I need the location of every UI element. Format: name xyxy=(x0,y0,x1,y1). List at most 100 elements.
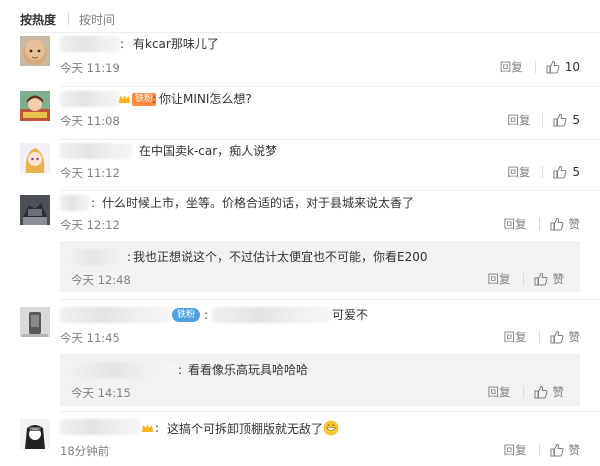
blurred-username[interactable] xyxy=(60,91,120,107)
blurred-username[interactable] xyxy=(60,36,120,52)
reply-box: : 我也正想说这个，不过估计太便宜也不可能，你看E200 今天 12:48 回复… xyxy=(60,241,580,292)
like-count[interactable]: 5 xyxy=(572,165,580,179)
reply-button[interactable]: 回复 xyxy=(504,216,527,232)
comment-time: 18分钟前 xyxy=(60,444,110,458)
reply-text: 看看像乐高玩具哈哈哈 xyxy=(188,363,309,377)
comment-time: 今天 11:45 xyxy=(60,331,120,345)
comment-text: 在中国卖k-car，痴人说梦 xyxy=(139,144,278,158)
comment-text: 有kcar那味儿了 xyxy=(133,37,219,51)
avatar[interactable] xyxy=(20,143,50,173)
reply-button[interactable]: 回复 xyxy=(507,112,530,128)
reply-button[interactable]: 回复 xyxy=(500,59,523,75)
thumbs-up-icon[interactable] xyxy=(534,272,548,286)
blurred-username[interactable] xyxy=(60,195,90,211)
colon: : xyxy=(178,363,183,377)
like-button[interactable]: 赞 xyxy=(569,329,581,345)
top-divider xyxy=(20,32,600,33)
comment-divider xyxy=(60,190,600,191)
like-button[interactable]: 赞 xyxy=(569,216,581,232)
comment-actions: 回复 赞 xyxy=(504,329,581,345)
blurred-username[interactable] xyxy=(70,362,178,378)
blurred-username[interactable] xyxy=(60,143,132,159)
comment-divider xyxy=(60,139,600,140)
reply-actions: 回复 赞 xyxy=(488,271,565,287)
blurred-mention[interactable] xyxy=(212,307,330,323)
vip-badge xyxy=(141,421,154,435)
reply-time: 今天 12:48 xyxy=(71,273,131,287)
comment-divider xyxy=(60,411,600,412)
comment-time: 今天 12:12 xyxy=(60,218,120,232)
grin-emoji-icon xyxy=(323,420,339,436)
comment-item: : 这搞个可拆卸顶棚版就无敌了 18分钟前 回复 赞 xyxy=(20,419,600,463)
colon: : xyxy=(120,37,125,51)
blurred-username[interactable] xyxy=(60,419,140,435)
action-separator xyxy=(534,61,536,73)
thumbs-up-icon[interactable] xyxy=(553,165,567,179)
avatar[interactable] xyxy=(20,307,50,337)
reply-text: 我也正想说这个，不过估计太便宜也不可能，你看E200 xyxy=(133,250,428,264)
comment-actions: 回复 5 xyxy=(507,164,580,180)
colon: : xyxy=(155,421,160,435)
avatar[interactable] xyxy=(20,36,50,66)
reply-box: : 看看像乐高玩具哈哈哈 今天 14:15 回复 赞 xyxy=(60,354,580,406)
like-button[interactable]: 赞 xyxy=(553,384,565,400)
comment-item: 在中国卖k-car，痴人说梦 今天 11:12 回复 5 xyxy=(20,143,600,191)
crown-icon xyxy=(142,423,153,432)
comment-time: 今天 11:08 xyxy=(60,114,120,128)
reply-button[interactable]: 回复 xyxy=(488,271,511,287)
comment-divider xyxy=(60,299,600,300)
comment-item: 铁粉 : 你让MINI怎么想? 今天 11:08 回复 5 xyxy=(20,91,600,139)
colon: : xyxy=(91,196,96,210)
action-separator xyxy=(522,386,524,398)
reply-button[interactable]: 回复 xyxy=(507,164,530,180)
fan-badge: 铁粉 xyxy=(172,308,201,322)
comment-divider xyxy=(60,86,600,87)
reply-button[interactable]: 回复 xyxy=(504,329,527,345)
action-separator xyxy=(522,273,524,285)
comment-actions: 回复 10 xyxy=(500,59,580,75)
comment-text: 这搞个可拆卸顶棚版就无敌了 xyxy=(167,420,339,437)
comment-actions: 回复 赞 xyxy=(504,216,581,232)
thumbs-up-icon[interactable] xyxy=(550,217,564,231)
sort-by-hot[interactable]: 按热度 xyxy=(20,11,56,28)
thumbs-up-icon[interactable] xyxy=(550,330,564,344)
sort-separator xyxy=(68,13,70,25)
like-button[interactable]: 赞 xyxy=(553,271,565,287)
comment-time: 今天 11:12 xyxy=(60,166,120,180)
action-separator xyxy=(538,218,540,230)
action-separator xyxy=(538,331,540,343)
blurred-username[interactable] xyxy=(70,249,128,265)
avatar[interactable] xyxy=(20,419,50,449)
comment-text: 你让MINI怎么想? xyxy=(159,92,252,106)
blurred-username[interactable] xyxy=(60,307,170,323)
thumbs-up-icon[interactable] xyxy=(534,385,548,399)
like-button[interactable]: 赞 xyxy=(569,442,581,458)
fan-badge: 铁粉 xyxy=(118,92,157,106)
reply-button[interactable]: 回复 xyxy=(488,384,511,400)
comment-item: 铁粉 : 可爱不 今天 11:45 回复 赞 xyxy=(20,307,600,347)
comment-actions: 回复 赞 xyxy=(504,442,581,458)
avatar[interactable] xyxy=(20,91,50,121)
reply-time: 今天 14:15 xyxy=(71,386,131,400)
thumbs-up-icon[interactable] xyxy=(553,113,567,127)
avatar[interactable] xyxy=(20,195,50,225)
action-separator xyxy=(542,166,544,178)
thumbs-up-icon[interactable] xyxy=(550,443,564,457)
sort-by-time[interactable]: 按时间 xyxy=(79,11,115,28)
comment-text: 什么时候上市，坐等。价格合适的话，对于县城来说太香了 xyxy=(102,196,415,210)
comment-actions: 回复 5 xyxy=(507,112,580,128)
reply-actions: 回复 赞 xyxy=(488,384,565,400)
sort-bar: 按热度 按时间 xyxy=(20,10,115,28)
like-count[interactable]: 5 xyxy=(572,113,580,127)
reply-button[interactable]: 回复 xyxy=(504,442,527,458)
thumbs-up-icon[interactable] xyxy=(546,60,560,74)
action-separator xyxy=(542,114,544,126)
like-count[interactable]: 10 xyxy=(565,60,580,74)
comment-time: 今天 11:19 xyxy=(60,61,120,75)
comment-text: 可爱不 xyxy=(332,308,369,322)
colon: : xyxy=(127,250,132,264)
colon: : xyxy=(204,308,209,322)
crown-icon xyxy=(119,94,130,103)
action-separator xyxy=(538,444,540,456)
colon: : xyxy=(152,92,157,106)
